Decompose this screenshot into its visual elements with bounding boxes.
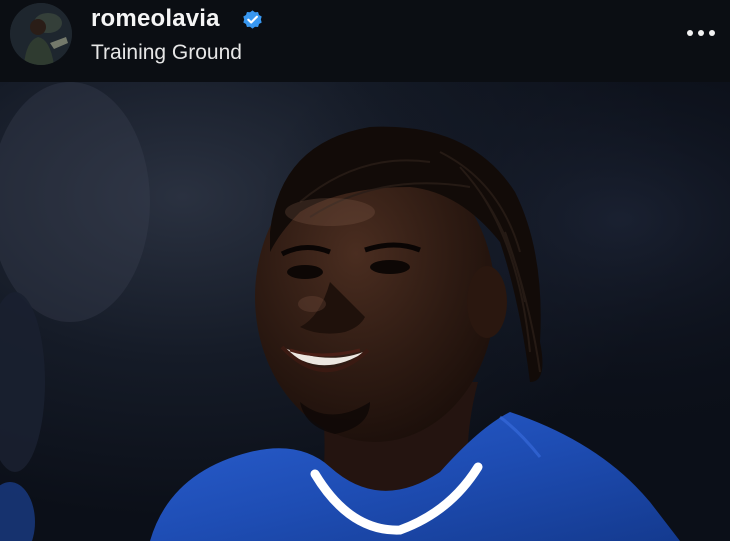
location-label[interactable]: Training Ground: [91, 40, 242, 66]
username[interactable]: romeolavia: [91, 5, 220, 33]
post-photo[interactable]: [0, 82, 730, 541]
more-options-icon: [687, 30, 715, 36]
verified-badge-icon: [243, 10, 262, 29]
avatar[interactable]: [10, 3, 72, 65]
more-options-button[interactable]: [682, 18, 722, 48]
instagram-post: romeolavia Training Ground: [0, 0, 730, 541]
post-header: romeolavia Training Ground: [0, 0, 730, 82]
avatar-image: [10, 3, 72, 65]
player-photo: [0, 82, 730, 541]
